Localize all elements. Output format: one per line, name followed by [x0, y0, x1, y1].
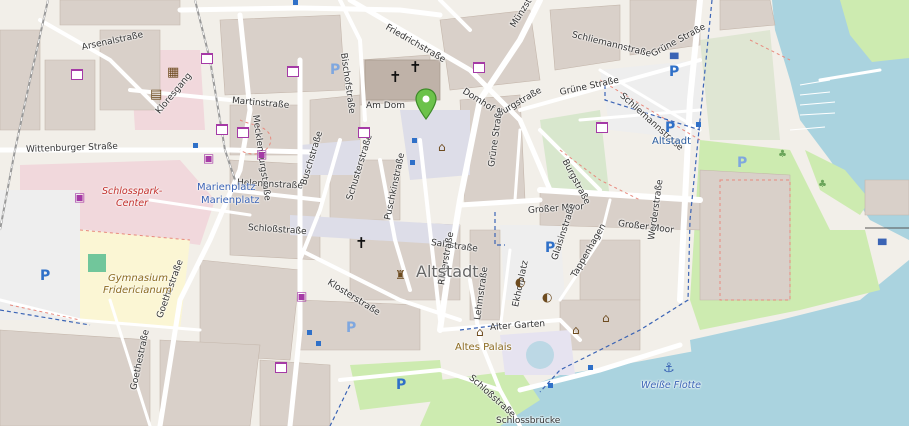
museum-icon[interactable]: ⌂ [476, 325, 484, 339]
museum-icon[interactable]: ⌂ [572, 323, 580, 337]
parking-icon[interactable]: P [346, 320, 356, 336]
shop-icon[interactable] [216, 124, 228, 135]
bus-icon[interactable]: ▀ [670, 54, 678, 65]
church-icon[interactable]: ✝ [409, 58, 422, 76]
parking-icon[interactable]: P [330, 62, 340, 78]
parking-icon[interactable]: P [545, 240, 555, 256]
street-label-schlossbruecke: Schlossbrücke [496, 416, 561, 426]
library-icon[interactable]: ▤ [150, 88, 162, 101]
poi-label-weisse-flotte: Weiße Flotte [641, 380, 701, 391]
shopping-bag-icon[interactable]: ▣ [256, 148, 267, 160]
poi-label-schlosspark-center-1: Schlosspark- [102, 186, 163, 197]
shop-icon[interactable] [358, 127, 370, 138]
map-canvas[interactable]: Arsenalstraße Bischofstraße Friedrichstr… [0, 0, 909, 426]
church-icon[interactable]: ✝ [355, 234, 368, 252]
shopping-bag-icon[interactable]: ▣ [296, 290, 307, 302]
shop-icon[interactable] [237, 127, 249, 138]
shop-icon[interactable] [287, 66, 299, 77]
theatre-icon[interactable]: ◐ [542, 290, 552, 304]
cinema-icon[interactable]: ▦ [167, 66, 179, 79]
bus-icon[interactable]: ▀ [878, 240, 886, 251]
church-icon[interactable]: ✝ [389, 68, 402, 86]
tree-icon: ♣ [818, 179, 827, 190]
shop-icon[interactable] [596, 122, 608, 133]
parking-icon[interactable]: P [40, 268, 50, 284]
shopping-bag-icon[interactable]: ▣ [74, 191, 85, 203]
shop-icon[interactable] [71, 69, 83, 80]
shop-icon[interactable] [473, 62, 485, 73]
district-label-altstadt: Altstadt [416, 262, 479, 281]
monument-icon[interactable]: ♜ [395, 268, 406, 282]
museum-icon[interactable]: ⌂ [602, 311, 610, 325]
poi-label-altes-palais: Altes Palais [455, 342, 512, 353]
parking-icon[interactable]: P [737, 155, 747, 171]
parking-icon[interactable]: P [665, 120, 675, 136]
poi-label-gymnasium-1: Gymnasium [108, 273, 168, 284]
parking-icon[interactable]: P [669, 64, 679, 80]
ferry-anchor-icon[interactable]: ⚓ [663, 362, 675, 375]
parking-label-altstadt: Altstadt [652, 136, 692, 147]
shop-icon[interactable] [201, 53, 213, 64]
poi-label-schlosspark-center-2: Center [116, 198, 148, 209]
poi-label-gymnasium-2: Fridericianum [103, 285, 172, 296]
parking-icon[interactable]: P [396, 377, 406, 393]
tree-icon: ♣ [778, 149, 787, 160]
theatre-icon[interactable]: ◐ [515, 275, 525, 289]
street-label-am-dom: Am Dom [366, 101, 405, 111]
location-marker-icon[interactable] [415, 88, 437, 120]
shop-icon[interactable] [275, 362, 287, 373]
bus-stop-label-marienplatz-2: Marienplatz [201, 195, 260, 206]
shopping-bag-icon[interactable]: ▣ [203, 152, 214, 164]
museum-icon[interactable]: ⌂ [438, 140, 446, 154]
bus-stop-label-marienplatz-1: Marienplatz [197, 182, 256, 193]
